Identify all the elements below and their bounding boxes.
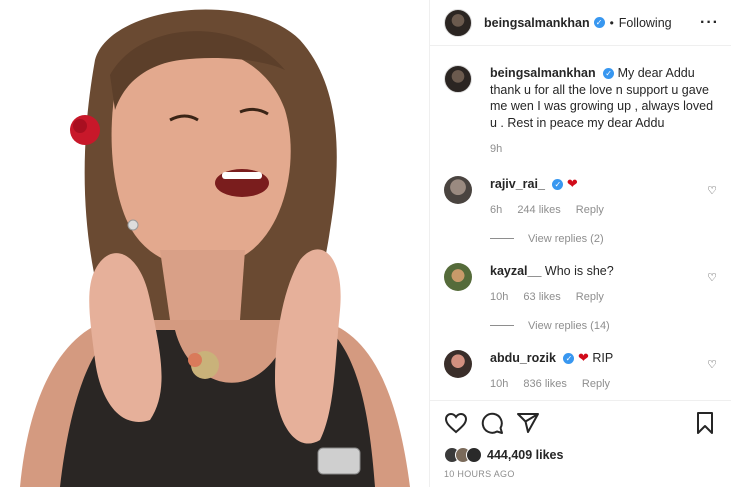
likes-count[interactable]: 444,409 likes	[487, 448, 563, 462]
comment-username[interactable]: rajiv_rai_	[490, 177, 545, 191]
like-comment-icon[interactable]: ♡	[707, 358, 717, 371]
verified-badge-icon: ✓	[603, 68, 615, 80]
post-actions: 444,409 likes 10 HOURS AGO	[430, 400, 731, 487]
post-sidebar: beingsalmankhan ✓ • Following ··· beings…	[429, 0, 731, 487]
post-timestamp[interactable]: 10 HOURS AGO	[444, 469, 717, 479]
verified-badge-icon: ✓	[593, 17, 605, 28]
comment-icon[interactable]	[480, 411, 504, 435]
comment-avatar[interactable]	[444, 262, 472, 291]
comment-username[interactable]: kayzal__	[490, 264, 541, 278]
replies-divider	[490, 238, 514, 239]
liker-avatar	[466, 447, 482, 463]
post-photo[interactable]	[0, 0, 429, 487]
reply-button[interactable]: Reply	[576, 204, 604, 216]
comment-text: RIP	[592, 350, 614, 365]
caption-avatar[interactable]	[444, 65, 472, 93]
comment-avatar[interactable]	[444, 175, 472, 204]
caption-time: 9h	[490, 143, 503, 155]
save-bookmark-icon[interactable]	[693, 411, 717, 435]
view-replies-label: View replies (2)	[528, 232, 604, 245]
instagram-post: beingsalmankhan ✓ • Following ··· beings…	[0, 0, 731, 487]
caption-username[interactable]: beingsalmankhan	[490, 66, 596, 80]
view-replies-label: View replies (14)	[528, 319, 610, 332]
red-heart-emoji-icon: ❤	[566, 175, 578, 191]
share-icon[interactable]	[516, 411, 540, 435]
avatar[interactable]	[444, 8, 472, 37]
comment-time: 10h	[490, 378, 509, 390]
comments-list[interactable]: beingsalmankhan ✓ My dear Addu thank u f…	[430, 47, 731, 399]
heart-icon[interactable]	[444, 411, 468, 435]
post-caption: beingsalmankhan ✓ My dear Addu thank u f…	[444, 47, 717, 158]
comment-item: abdu_rozik ✓ ❤ RIP 10h 836 likes Reply ♡	[444, 349, 717, 393]
red-heart-emoji-icon: ❤	[577, 349, 589, 365]
liker-avatars[interactable]	[444, 447, 482, 463]
more-icon[interactable]: ···	[700, 14, 719, 32]
view-replies-link[interactable]: View replies (2)	[490, 233, 717, 245]
reply-button[interactable]: Reply	[576, 291, 604, 303]
like-comment-icon[interactable]: ♡	[707, 271, 717, 284]
following-button[interactable]: Following	[619, 16, 672, 30]
comment-item: kayzal__ Who is she? 10h 63 likes Reply …	[444, 262, 717, 306]
comment-time: 10h	[490, 291, 509, 303]
post-image	[0, 0, 429, 487]
header-username[interactable]: beingsalmankhan	[484, 16, 590, 30]
comment-likes[interactable]: 63 likes	[523, 291, 560, 303]
post-header: beingsalmankhan ✓ • Following ···	[430, 0, 731, 46]
separator-dot: •	[609, 15, 614, 30]
reply-button[interactable]: Reply	[582, 378, 610, 390]
comment-text: Who is she?	[544, 263, 614, 278]
verified-badge-icon: ✓	[563, 352, 575, 364]
comment-username[interactable]: abdu_rozik	[490, 351, 556, 365]
comment-likes[interactable]: 244 likes	[517, 204, 560, 216]
comment-likes[interactable]: 836 likes	[523, 378, 566, 390]
comment-avatar[interactable]	[444, 349, 472, 378]
replies-divider	[490, 325, 514, 326]
verified-badge-icon: ✓	[552, 178, 564, 190]
comment-time: 6h	[490, 204, 503, 216]
view-replies-link[interactable]: View replies (14)	[490, 320, 717, 332]
like-comment-icon[interactable]: ♡	[707, 184, 717, 197]
comment-item: rajiv_rai_ ✓ ❤ 6h 244 likes Reply ♡	[444, 175, 717, 219]
